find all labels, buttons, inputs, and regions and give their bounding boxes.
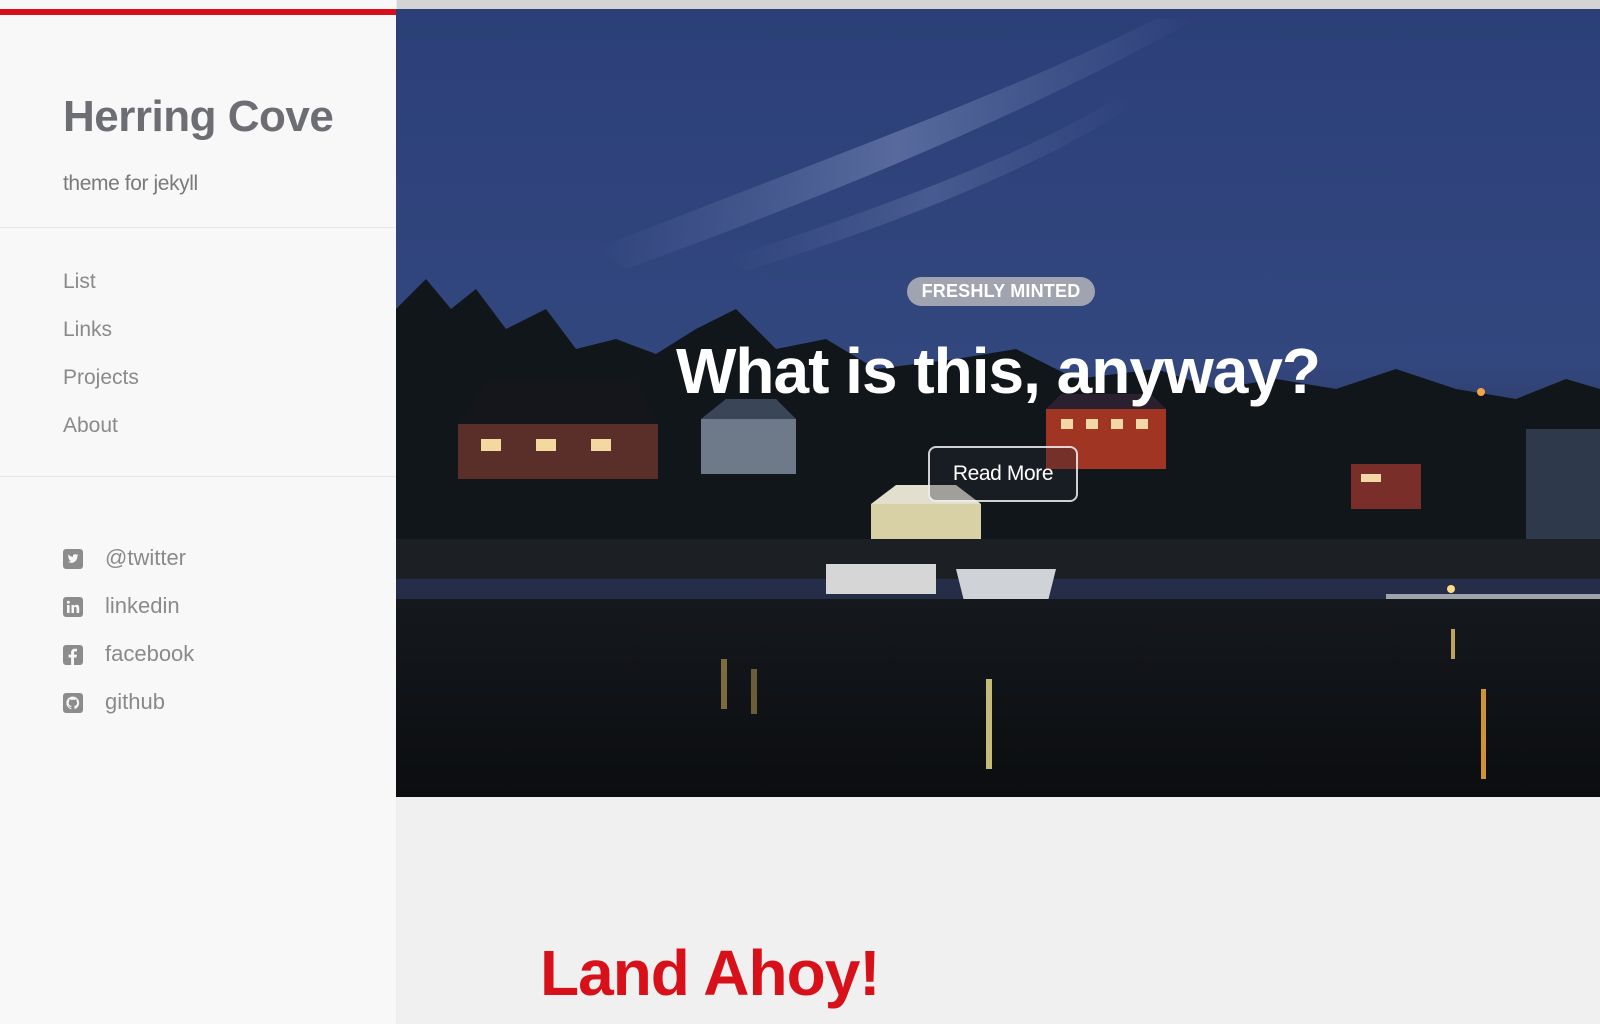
post-title[interactable]: Land Ahoy! <box>540 936 881 1010</box>
accent-bar <box>0 9 396 15</box>
read-more-button[interactable]: Read More <box>928 446 1078 502</box>
site-title[interactable]: Herring Cove <box>63 92 334 142</box>
social-links: @twitter linkedin facebook github <box>63 545 194 737</box>
social-label-facebook: facebook <box>105 641 195 666</box>
sidebar-divider <box>0 476 396 477</box>
sidebar: Herring Cove theme for jekyll List Links… <box>0 0 397 1024</box>
social-link-facebook[interactable]: facebook <box>63 641 194 689</box>
nav-item-projects[interactable]: Projects <box>63 366 139 414</box>
social-label-linkedin: linkedin <box>105 593 180 618</box>
twitter-icon <box>63 549 83 569</box>
social-link-github[interactable]: github <box>63 689 194 737</box>
github-icon <box>63 693 83 713</box>
social-link-twitter[interactable]: @twitter <box>63 545 194 593</box>
linkedin-icon <box>63 597 83 617</box>
nav-item-about[interactable]: About <box>63 414 139 462</box>
hero-title: What is this, anyway? <box>675 335 1321 407</box>
social-link-linkedin[interactable]: linkedin <box>63 593 194 641</box>
category-badge: FRESHLY MINTED <box>907 277 1095 306</box>
sidebar-divider <box>0 227 396 228</box>
facebook-icon <box>63 645 83 665</box>
social-label-twitter: @twitter <box>105 545 187 570</box>
social-label-github: github <box>105 689 165 714</box>
main-nav: List Links Projects About <box>63 270 139 462</box>
nav-item-list[interactable]: List <box>63 270 139 318</box>
hero-banner: FRESHLY MINTED What is this, anyway? Rea… <box>396 9 1600 797</box>
site-tagline: theme for jekyll <box>63 172 198 195</box>
nav-item-links[interactable]: Links <box>63 318 139 366</box>
